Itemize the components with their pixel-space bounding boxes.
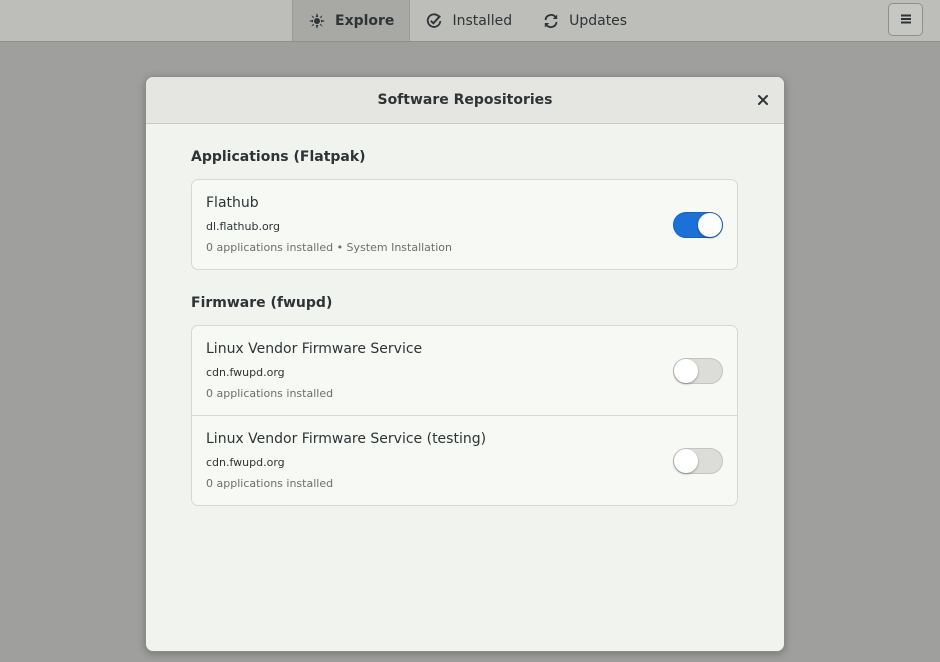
toggle-knob [674,359,698,383]
software-repositories-dialog: Software Repositories Applications (Flat… [145,76,785,652]
tab-updates-label: Updates [569,12,628,29]
main-menu-button[interactable] [888,3,923,36]
view-switcher: Explore Installed Updates [292,0,642,41]
repository-toggle-lvfs[interactable] [673,358,723,384]
compass-icon [308,12,326,30]
tab-explore-label: Explore [335,12,395,29]
repository-url: cdn.fwupd.org [206,366,285,379]
repository-info: 0 applications installed • System Instal… [206,241,452,254]
repository-toggle-flathub[interactable] [673,212,723,238]
repository-url: dl.flathub.org [206,220,280,233]
repository-info: 0 applications installed [206,477,334,490]
repository-toggle-lvfs-testing[interactable] [673,448,723,474]
dialog-title: Software Repositories [377,92,553,108]
dialog-header: Software Repositories [146,77,784,124]
tab-explore[interactable]: Explore [292,0,411,41]
close-button[interactable] [752,89,774,111]
section-title-flatpak: Applications (Flatpak) [191,149,366,165]
tab-installed[interactable]: Installed [410,0,527,41]
refresh-icon [542,12,560,30]
repository-row-lvfs: Linux Vendor Firmware Service cdn.fwupd.… [192,326,737,415]
tab-installed-label: Installed [452,12,513,29]
header-bar: Explore Installed Updates [0,0,940,42]
repository-name: Linux Vendor Firmware Service (testing) [206,431,487,447]
toggle-knob [698,213,722,237]
repository-url: cdn.fwupd.org [206,456,285,469]
repository-name: Linux Vendor Firmware Service [206,341,423,357]
repository-row-lvfs-testing: Linux Vendor Firmware Service (testing) … [192,415,737,505]
section-title-firmware: Firmware (fwupd) [191,295,333,311]
repository-info: 0 applications installed [206,387,334,400]
hamburger-menu-icon [900,10,912,29]
toggle-knob [674,449,698,473]
check-circle-icon [425,12,443,30]
repository-list-firmware: Linux Vendor Firmware Service cdn.fwupd.… [191,325,738,506]
repository-row-flathub: Flathub dl.flathub.org 0 applications in… [192,180,737,269]
repository-name: Flathub [206,195,259,211]
close-icon [757,91,769,110]
repository-list-flatpak: Flathub dl.flathub.org 0 applications in… [191,179,738,270]
tab-updates[interactable]: Updates [527,0,642,41]
